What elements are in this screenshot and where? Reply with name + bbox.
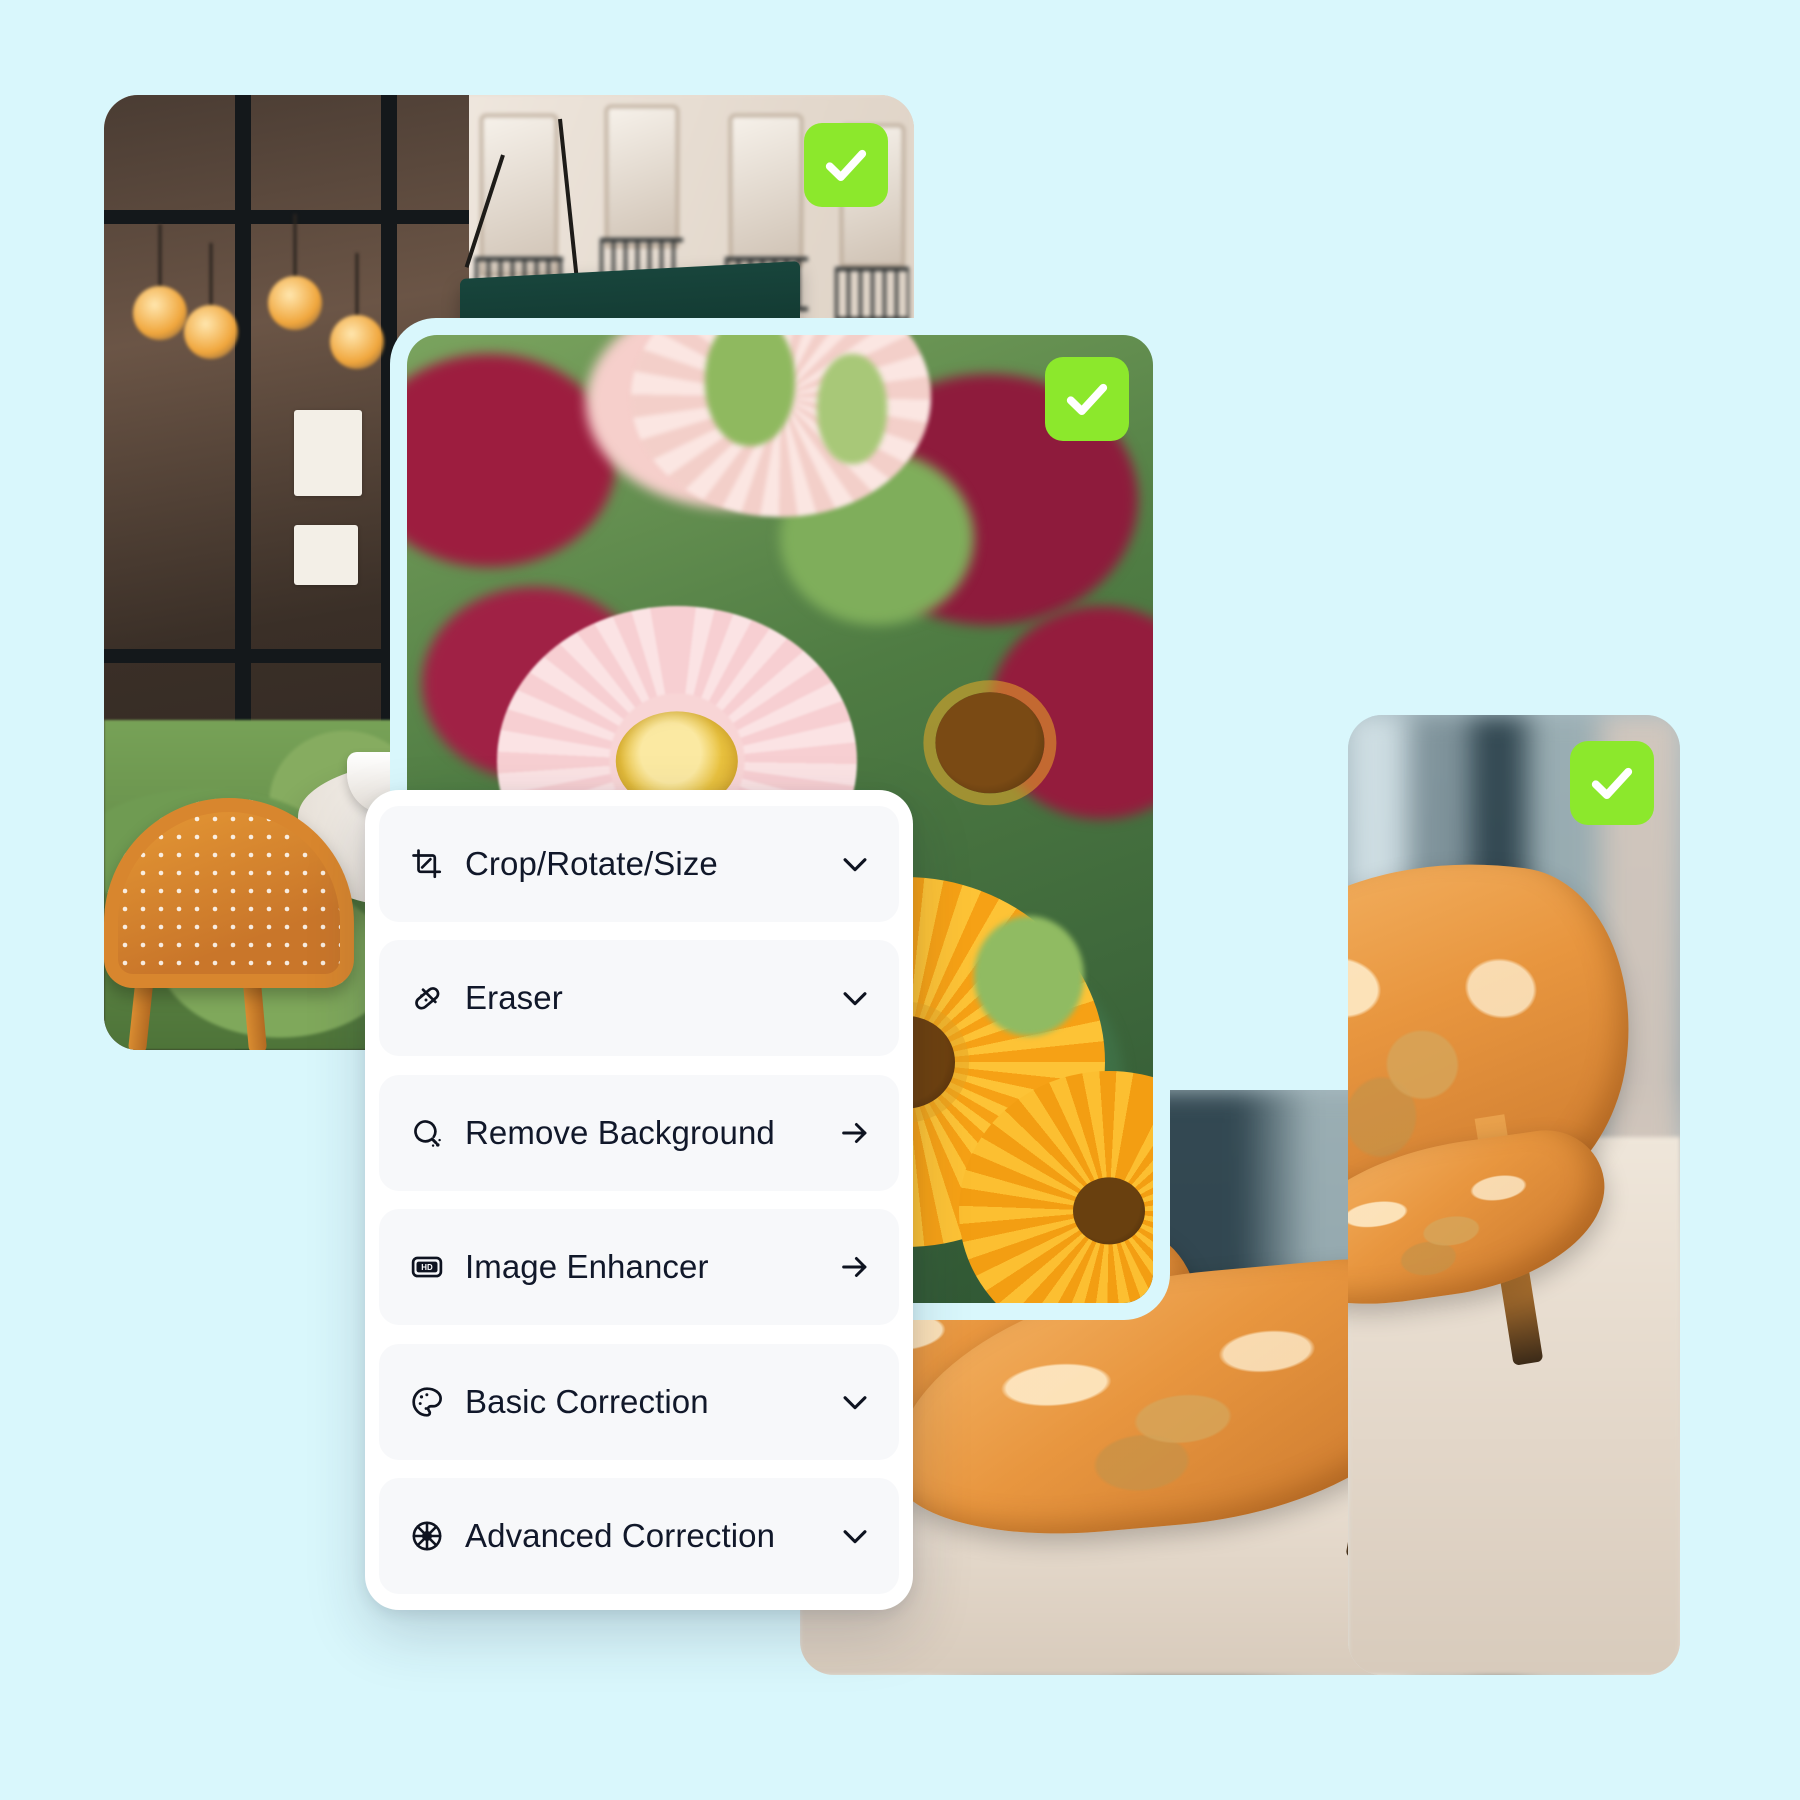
chevron-down-icon[interactable]	[835, 844, 875, 884]
tools-menu-panel: Crop/Rotate/Size Eraser Remove Backgroun…	[365, 790, 913, 1610]
chevron-down-icon[interactable]	[835, 1516, 875, 1556]
check-icon	[1066, 383, 1108, 416]
menu-item-advanced-correction[interactable]: Advanced Correction	[379, 1477, 899, 1594]
palette-icon	[407, 1382, 447, 1422]
arrow-right-icon[interactable]	[835, 1247, 875, 1287]
selected-badge-cafe[interactable]	[804, 123, 888, 207]
eraser-icon	[407, 978, 447, 1018]
menu-item-basic-correction[interactable]: Basic Correction	[379, 1343, 899, 1460]
menu-item-label: Eraser	[465, 979, 563, 1017]
hd-icon: HD	[407, 1247, 447, 1287]
menu-item-label: Image Enhancer	[465, 1248, 709, 1286]
menu-item-eraser[interactable]: Eraser	[379, 940, 899, 1057]
arrow-right-icon[interactable]	[835, 1113, 875, 1153]
photo-shoe	[1348, 715, 1680, 1675]
editor-canvas: LOUVRE	[0, 0, 1800, 1800]
menu-item-crop-rotate-size[interactable]: Crop/Rotate/Size	[379, 806, 899, 922]
menu-item-label: Basic Correction	[465, 1382, 709, 1420]
check-icon	[825, 149, 867, 182]
check-icon	[1591, 767, 1633, 800]
menu-item-label: Crop/Rotate/Size	[465, 845, 718, 882]
shoe-scene-art	[1348, 715, 1680, 1675]
menu-item-image-enhancer[interactable]: HD Image Enhancer	[379, 1209, 899, 1326]
svg-text:HD: HD	[421, 1263, 433, 1272]
menu-item-label: Advanced Correction	[465, 1516, 776, 1554]
selected-badge-flowers[interactable]	[1045, 357, 1129, 441]
selected-badge-shoe[interactable]	[1570, 741, 1654, 825]
chevron-down-icon[interactable]	[835, 978, 875, 1018]
photo-card-shoe[interactable]	[1348, 715, 1680, 1675]
crop-icon	[407, 844, 447, 884]
sliders-icon	[407, 1516, 447, 1556]
menu-item-remove-background[interactable]: Remove Background	[379, 1074, 899, 1191]
menu-item-label: Remove Background	[465, 1113, 775, 1151]
magic-wand-icon	[407, 1113, 447, 1153]
chevron-down-icon[interactable]	[835, 1382, 875, 1422]
